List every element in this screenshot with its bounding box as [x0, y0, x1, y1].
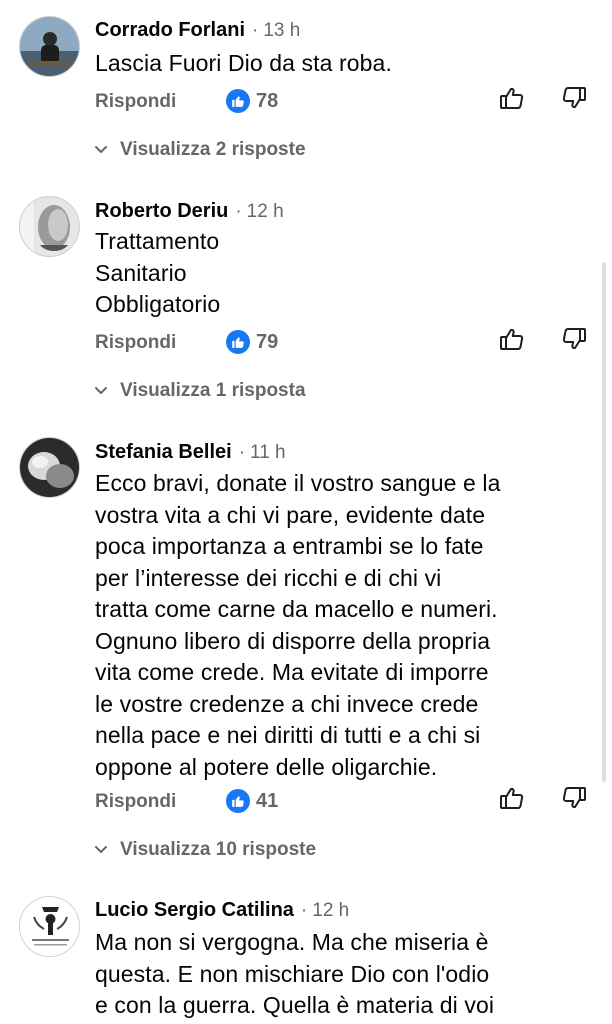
like-summary[interactable]: 79: [226, 330, 278, 354]
view-replies-label: Visualizza 1 risposta: [120, 380, 306, 401]
comment-time[interactable]: 12 h: [312, 900, 349, 922]
thumb-down-icon[interactable]: [561, 85, 587, 116]
comment-author[interactable]: Stefania Bellei: [95, 441, 232, 464]
comment-time[interactable]: 12 h: [247, 201, 284, 223]
chevron-down-icon: [95, 146, 107, 153]
avatar[interactable]: [19, 896, 80, 957]
like-icon: [226, 89, 250, 113]
comment-author[interactable]: Lucio Sergio Catilina: [95, 899, 294, 922]
thumb-up-icon[interactable]: [499, 85, 525, 116]
comment-actions: Rispondi 78: [95, 87, 612, 121]
reply-button[interactable]: Rispondi: [95, 91, 176, 113]
separator-dot: ·: [235, 201, 242, 222]
separator-dot: ·: [238, 442, 246, 463]
avatar[interactable]: [19, 437, 80, 498]
avatar[interactable]: [19, 196, 80, 257]
like-icon: [226, 789, 250, 813]
comment-author[interactable]: Corrado Forlani: [95, 19, 245, 42]
view-replies-button[interactable]: Visualizza 10 risposte: [94, 839, 316, 861]
comment-text: Ma non si vergogna. Ma che miseria è que…: [95, 929, 495, 1018]
view-replies-button[interactable]: Visualizza 1 risposta: [94, 380, 306, 402]
thumb-up-icon[interactable]: [499, 326, 525, 357]
separator-dot: ·: [252, 20, 259, 41]
reply-button[interactable]: Rispondi: [95, 332, 176, 354]
like-summary[interactable]: 41: [226, 789, 278, 813]
comment-actions: Rispondi 41: [95, 787, 612, 821]
reply-button[interactable]: Rispondi: [95, 791, 176, 813]
chevron-down-icon: [95, 846, 107, 853]
chevron-down-icon: [95, 387, 107, 394]
comment-time[interactable]: 13 h: [263, 20, 300, 42]
scrollbar[interactable]: [602, 262, 606, 782]
view-replies-label: Visualizza 2 risposte: [120, 139, 306, 160]
comment-text: Ecco bravi, donate il vostro sangue e la…: [95, 470, 501, 780]
view-replies-button[interactable]: Visualizza 2 risposte: [94, 139, 306, 161]
separator-dot: ·: [300, 900, 308, 921]
comment-author[interactable]: Roberto Deriu: [95, 200, 228, 223]
like-count: 78: [256, 89, 279, 112]
comment-actions: Rispondi 79: [95, 328, 612, 362]
like-count: 79: [256, 330, 279, 353]
like-count: 41: [256, 789, 279, 812]
like-summary[interactable]: 78: [226, 89, 278, 113]
comment-time[interactable]: 11 h: [250, 442, 286, 464]
view-replies-label: Visualizza 10 risposte: [120, 839, 317, 860]
thumb-down-icon[interactable]: [561, 326, 587, 357]
avatar[interactable]: [19, 16, 80, 77]
thumb-up-icon[interactable]: [499, 785, 525, 816]
comment-text: Trattamento Sanitario Obbligatorio: [95, 228, 221, 317]
like-icon: [226, 330, 250, 354]
thumb-down-icon[interactable]: [561, 785, 587, 816]
comment-text: Lascia Fuori Dio da sta roba.: [95, 50, 392, 76]
